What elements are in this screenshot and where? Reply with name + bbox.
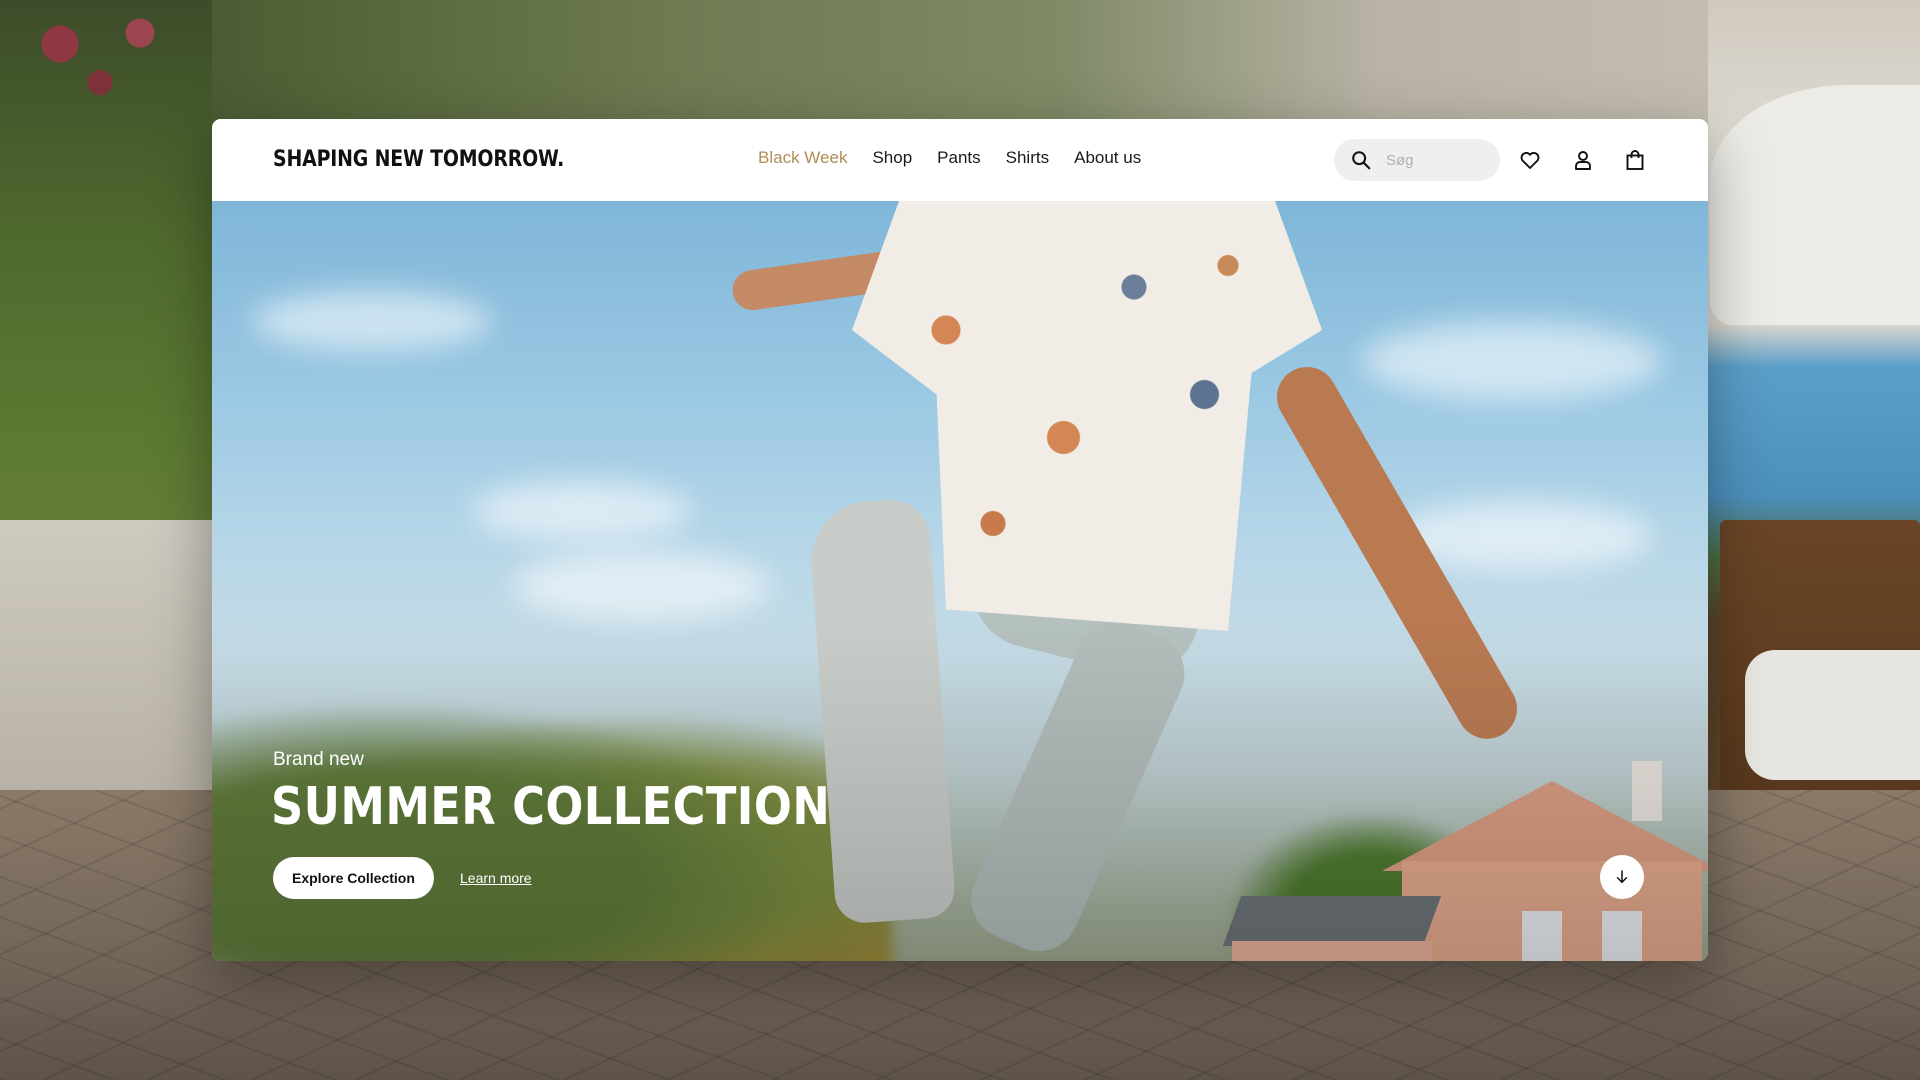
user-icon[interactable] <box>1571 148 1595 172</box>
background-wall-left <box>0 520 212 790</box>
hero-overlay <box>212 201 1708 961</box>
main-nav: Black Week Shop Pants Shirts About us <box>758 148 1141 168</box>
search-input[interactable] <box>1384 150 1488 170</box>
brand-logo[interactable]: SHAPING NEW TOMORROW. <box>273 147 564 172</box>
nav-item-about-us[interactable]: About us <box>1074 148 1141 168</box>
learn-more-link[interactable]: Learn more <box>460 870 532 886</box>
nav-item-shirts[interactable]: Shirts <box>1006 148 1049 168</box>
nav-item-pants[interactable]: Pants <box>937 148 980 168</box>
browser-window: SHAPING NEW TOMORROW. Black Week Shop Pa… <box>212 119 1708 961</box>
search-box[interactable] <box>1334 139 1500 181</box>
nav-item-black-week[interactable]: Black Week <box>758 148 847 168</box>
arrow-down-icon <box>1616 870 1628 883</box>
hero-banner: Brand new SUMMER COLLECTION Explore Coll… <box>212 201 1708 961</box>
site-header: SHAPING NEW TOMORROW. Black Week Shop Pa… <box>212 119 1708 201</box>
hero-headline: SUMMER COLLECTION <box>271 777 831 837</box>
background-cushion <box>1745 650 1920 780</box>
search-icon[interactable] <box>1350 149 1372 171</box>
nav-item-shop[interactable]: Shop <box>872 148 912 168</box>
background-foliage-top <box>0 0 1920 130</box>
background-umbrella <box>1710 85 1920 325</box>
explore-collection-button[interactable]: Explore Collection <box>273 857 434 899</box>
shopping-bag-icon[interactable] <box>1623 148 1647 172</box>
hero-eyebrow: Brand new <box>273 749 364 770</box>
scroll-down-button[interactable] <box>1600 855 1644 899</box>
background-flowers <box>0 0 200 110</box>
heart-icon[interactable] <box>1518 148 1542 172</box>
